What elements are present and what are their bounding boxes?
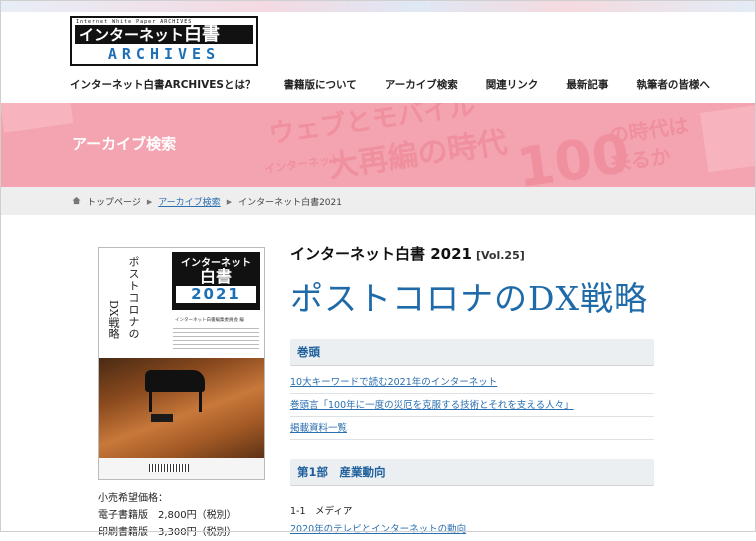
breadcrumb-home[interactable]: トップページ — [87, 195, 141, 208]
breadcrumb-archive-link[interactable]: アーカイブ検索 — [158, 195, 220, 208]
book-cover: ポストコロナの DX戦略 インターネット 白書 2021 インターネット白書編集… — [98, 247, 265, 480]
nav-item-authors[interactable]: 執筆者の皆様へ — [636, 74, 710, 96]
book-vol: [Vol.25] — [475, 249, 525, 262]
logo-sub-text: ARCHIVES — [107, 45, 221, 63]
barcode-icon — [149, 464, 189, 472]
cover-vertical-title-1: ポストコロナの — [127, 256, 140, 340]
toc-row: 掲載資料一覧 — [290, 419, 654, 440]
nav-item-about[interactable]: インターネット白書ARCHIVESとは？ — [70, 74, 255, 96]
cover-vertical-title-2: DX戦略 — [107, 300, 120, 339]
cover-text-lines — [173, 328, 259, 352]
toc-link-tv-internet[interactable]: 2020年のテレビとインターネットの動向 — [290, 524, 466, 535]
toc-link-materials[interactable]: 掲載資料一覧 — [290, 423, 347, 434]
price-ebook: 電子書籍版 2,800円（税別） — [98, 510, 237, 521]
nav-item-book[interactable]: 書籍版について — [284, 74, 357, 96]
nav-item-archive-search[interactable]: アーカイブ検索 — [385, 74, 458, 96]
chevron-right-icon: ▶ — [146, 197, 153, 206]
home-icon — [72, 196, 81, 208]
book-subtitle: ポストコロナのDX戦略 — [290, 279, 648, 318]
top-decor-strip — [0, 0, 756, 12]
hero-deco-text-5: 100 — [513, 122, 633, 187]
chevron-right-icon: ▶ — [226, 197, 233, 206]
toc-row: 巻頭言「100年に一度の災厄を克服する技術とそれを支える人々」 — [290, 396, 654, 417]
toc-subheading-media: 1-1 メディア — [290, 506, 353, 517]
site-logo[interactable]: Internet White Paper ARCHIVES インターネット白書 … — [70, 16, 258, 66]
breadcrumb: トップページ ▶ アーカイブ検索 ▶ インターネット白書2021 — [0, 187, 756, 215]
main-nav: インターネット白書ARCHIVESとは？ 書籍版について アーカイブ検索 関連リ… — [70, 74, 710, 96]
price-info: 小売希望価格： 電子書籍版 2,800円（税別） 印刷書籍版 3,300円（税別… — [98, 490, 237, 541]
section-header-part1: 第1部 産業動向 — [290, 459, 654, 485]
cover-logo-line2: 白書 — [199, 267, 232, 286]
toc-row: 2020年のテレビとインターネットの動向 — [290, 520, 654, 541]
bench-shape — [151, 414, 173, 422]
logo-big-label: 白書 — [184, 24, 221, 45]
breadcrumb-current: インターネット白書2021 — [238, 198, 342, 208]
cover-piano-image — [99, 358, 264, 458]
section-header-preface: 巻頭 — [290, 339, 654, 365]
book-title: インターネット白書 2021 [Vol.25] — [290, 243, 525, 264]
toc-link-foreword[interactable]: 巻頭言「100年に一度の災厄を克服する技術とそれを支える人々」 — [290, 400, 574, 411]
cover-editor: インターネット白書編集委員会 編 — [175, 318, 244, 323]
logo-main-text: インターネット白書 — [75, 25, 253, 44]
logo-main-label: インターネット — [79, 26, 185, 44]
piano-shape — [145, 370, 205, 392]
page-title: アーカイブ検索 — [72, 135, 177, 153]
book-title-text: インターネット白書 2021 — [290, 245, 472, 263]
price-label: 小売希望価格： — [98, 493, 168, 504]
hero-banner: ウェブとモバイル 大再編の時代 の時代は 来るか 100 インターネット アーカ… — [0, 103, 756, 187]
nav-item-latest[interactable]: 最新記事 — [566, 74, 608, 96]
toc-link-keywords[interactable]: 10大キーワードで読む2021年のインターネット — [290, 377, 497, 388]
toc-row: 10大キーワードで読む2021年のインターネット — [290, 373, 654, 394]
cover-logo: インターネット 白書 2021 — [172, 252, 260, 310]
cover-logo-line3: 2021 — [176, 286, 256, 303]
nav-item-links[interactable]: 関連リンク — [486, 74, 539, 96]
price-print: 印刷書籍版 3,300円（税別） — [98, 527, 237, 538]
cover-bottom — [99, 458, 264, 479]
